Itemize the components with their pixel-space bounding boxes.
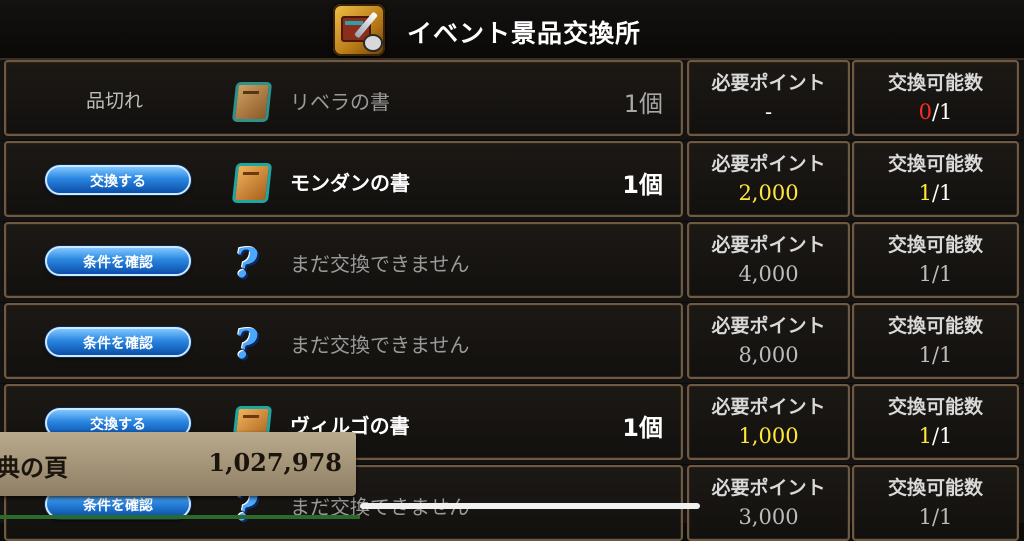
item-name: リベラの書 — [290, 90, 390, 114]
item-quantity: 1個 — [623, 90, 663, 118]
count-label: 交換可能数 — [887, 477, 983, 499]
count-value: 1/1 — [918, 262, 953, 286]
count-cell: 交換可能数 1/1 — [852, 303, 1019, 379]
points-value: 3,000 — [738, 505, 799, 529]
points-label: 必要ポイント — [711, 153, 826, 175]
count-label: 交換可能数 — [887, 72, 983, 94]
count-label: 交換可能数 — [887, 315, 983, 337]
currency-label: 典の頁 — [0, 454, 68, 482]
check-conditions-button[interactable]: 条件を確認 — [45, 327, 191, 357]
question-icon: ? — [234, 321, 258, 368]
header-bar: イベント景品交換所 — [0, 0, 1024, 60]
points-cell: 必要ポイント 4,000 — [687, 222, 850, 298]
points-cell: 必要ポイント 2,000 — [687, 141, 850, 217]
count-cell: 交換可能数 1/1 — [852, 465, 1019, 541]
page-title: イベント景品交換所 — [407, 19, 642, 48]
count-value: 1/1 — [918, 343, 953, 367]
item-name: まだ交換できません — [290, 333, 470, 357]
count-label: 交換可能数 — [887, 153, 983, 175]
points-value: 1,000 — [738, 424, 799, 448]
points-value: 4,000 — [738, 262, 799, 286]
home-indicator[interactable] — [360, 503, 700, 509]
book-icon — [230, 80, 273, 122]
currency-amount: 1,027,978 — [208, 448, 342, 477]
question-icon: ? — [234, 240, 258, 287]
points-value: - — [764, 100, 773, 124]
points-cell: 必要ポイント 3,000 — [687, 465, 850, 541]
points-label: 必要ポイント — [711, 477, 826, 499]
count-cell: 交換可能数 0/1 — [852, 60, 1019, 136]
item-name: モンダンの書 — [290, 171, 410, 195]
points-cell: 必要ポイント 8,000 — [687, 303, 850, 379]
points-cell: 必要ポイント - — [687, 60, 850, 136]
book-icon — [230, 161, 273, 203]
item-cell: 条件を確認 ? まだ交換できません — [4, 222, 683, 298]
points-value: 2,000 — [738, 181, 799, 205]
count-cell: 交換可能数 1/1 — [852, 384, 1019, 460]
item-cell: 品切れ リベラの書 1個 — [4, 60, 683, 136]
soldout-label: 品切れ — [86, 90, 144, 112]
list-item: 交換する モンダンの書 1個 必要ポイント 2,000 交換可能数 1/1 — [0, 141, 1024, 221]
count-value: 1/1 — [918, 505, 953, 529]
points-value: 8,000 — [738, 343, 799, 367]
item-cell: 交換する モンダンの書 1個 — [4, 141, 683, 217]
count-label: 交換可能数 — [887, 396, 983, 418]
count-cell: 交換可能数 1/1 — [852, 222, 1019, 298]
points-label: 必要ポイント — [711, 72, 826, 94]
points-label: 必要ポイント — [711, 396, 826, 418]
check-conditions-button[interactable]: 条件を確認 — [45, 246, 191, 276]
count-value: 0/1 — [918, 100, 953, 124]
points-cell: 必要ポイント 1,000 — [687, 384, 850, 460]
count-value: 1/1 — [918, 424, 953, 448]
item-name: まだ交換できません — [290, 252, 470, 276]
exchange-shop-icon — [333, 4, 385, 56]
list-item: 条件を確認 ? まだ交換できません 必要ポイント 8,000 交換可能数 1/1 — [0, 303, 1024, 383]
list-item: 品切れ リベラの書 1個 必要ポイント - 交換可能数 0/1 — [0, 60, 1024, 140]
item-quantity: 1個 — [622, 414, 663, 442]
exchange-button[interactable]: 交換する — [45, 165, 191, 195]
item-cell: 条件を確認 ? まだ交換できません — [4, 303, 683, 379]
points-label: 必要ポイント — [711, 315, 826, 337]
item-quantity: 1個 — [622, 171, 663, 199]
list-item: 条件を確認 ? まだ交換できません 必要ポイント 4,000 交換可能数 1/1 — [0, 222, 1024, 302]
count-cell: 交換可能数 1/1 — [852, 141, 1019, 217]
bottom-strip — [0, 515, 360, 519]
currency-panel: 典の頁 1,027,978 — [0, 432, 356, 496]
count-value: 1/1 — [918, 181, 953, 205]
count-label: 交換可能数 — [887, 234, 983, 256]
points-label: 必要ポイント — [711, 234, 826, 256]
